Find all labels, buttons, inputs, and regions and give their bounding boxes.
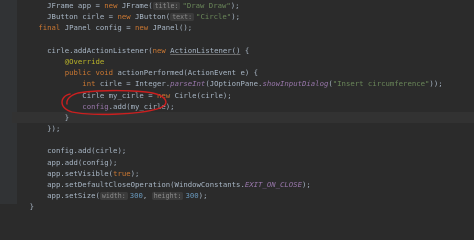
code-token: ,	[142, 191, 152, 201]
code-line[interactable]: app.setDefaultCloseOperation(WindowConst…	[12, 179, 474, 190]
code-token: JButton cirle =	[47, 12, 118, 22]
code-line[interactable]	[12, 134, 474, 145]
code-line[interactable]: }	[12, 111, 474, 124]
code-token: Cirle my_cirle =	[82, 90, 157, 100]
parameter-hint: width:	[99, 192, 128, 201]
code-token: new	[117, 12, 136, 22]
code-token: new	[104, 1, 122, 10]
code-token: JFrame app =	[47, 1, 105, 10]
code-token: new	[135, 23, 153, 33]
code-token: true	[113, 168, 131, 178]
code-line[interactable]	[12, 34, 474, 45]
parameter-hint: text:	[170, 13, 195, 22]
code-token: new	[156, 90, 175, 100]
code-area[interactable]: JFrame app = new JFrame(title: "Draw Draw…	[12, 0, 474, 213]
code-token: JFrame(	[121, 1, 153, 10]
code-token: );	[130, 168, 140, 178]
code-line[interactable]: }	[12, 201, 474, 212]
code-token: new	[152, 45, 171, 55]
code-token: "Circle"	[196, 12, 232, 22]
code-token: );	[231, 12, 240, 22]
code-line[interactable]: app.add(config);	[12, 157, 474, 168]
code-line[interactable]: public void actionPerformed(ActionEvent …	[12, 67, 474, 78]
code-token: cirle.addActionListener(	[47, 45, 153, 55]
code-line[interactable]: cirle.addActionListener(new ActionListen…	[12, 45, 474, 56]
code-line[interactable]: int cirle = Integer.parseInt(JOptionPane…	[12, 78, 474, 89]
code-line[interactable]: config.add(cirle);	[12, 145, 474, 156]
code-token: app.setDefaultCloseOperation(WindowConst…	[47, 180, 245, 189]
code-line[interactable]: final JPanel config = new JPanel();	[12, 22, 474, 33]
code-line[interactable]: app.setVisible(true);	[12, 168, 474, 179]
code-token: });	[47, 124, 61, 134]
code-token: cirle = Integer.	[99, 79, 171, 89]
code-token: int	[82, 79, 100, 89]
code-line[interactable]: @Override	[12, 56, 474, 67]
code-line[interactable]: });	[12, 123, 474, 134]
code-token: JButton(	[135, 12, 171, 22]
code-token: }	[29, 202, 34, 212]
code-token: app.setVisible(	[47, 168, 114, 178]
code-token: public	[64, 68, 96, 78]
code-token: final	[38, 23, 65, 33]
code-token: app.add(config);	[47, 157, 118, 167]
code-token: "Insert circumference"	[332, 79, 430, 89]
code-line[interactable]: JFrame app = new JFrame(title: "Draw Draw…	[12, 0, 474, 11]
code-token: );	[230, 1, 240, 10]
code-token: JPanel config =	[64, 23, 136, 33]
code-token: {	[240, 45, 250, 55]
code-token: ActionListener()	[170, 45, 241, 55]
code-token: showInputDialog	[262, 79, 329, 89]
code-token: );	[198, 191, 208, 201]
code-token: }	[64, 112, 70, 122]
code-token: Cirle(cirle);	[174, 90, 232, 100]
parameter-hint: height:	[151, 192, 184, 201]
code-line[interactable]: config.add(my_cirle);	[12, 101, 474, 112]
code-line[interactable]: JButton cirle = new JButton(text: "Circle…	[12, 11, 474, 22]
code-token: actionPerformed(ActionEvent e) {	[117, 68, 259, 78]
code-token: (JOptionPane.	[205, 79, 263, 89]
code-token: .add(my_cirle);	[108, 101, 175, 111]
code-token: ));	[429, 79, 443, 89]
code-token: "Draw Draw"	[182, 1, 231, 10]
code-line[interactable]: Cirle my_cirle = new Cirle(cirle);	[12, 90, 474, 101]
code-line[interactable]: app.setSize(width: 300, height: 300);	[12, 190, 474, 201]
code-token: );	[301, 180, 311, 189]
code-token: config.add(cirle);	[47, 146, 127, 156]
code-token: 300	[129, 191, 143, 201]
parameter-hint: title:	[152, 2, 181, 10]
code-token: config	[82, 101, 109, 111]
code-token: void	[95, 68, 118, 78]
code-token: @Override	[64, 56, 105, 66]
code-token: app.setSize(	[47, 191, 100, 201]
code-token: EXIT_ON_CLOSE	[244, 180, 302, 189]
code-token: JPanel();	[152, 23, 193, 33]
code-token: 300	[185, 191, 199, 201]
code-editor[interactable]: JFrame app = new JFrame(title: "Draw Draw…	[0, 0, 474, 211]
code-token: parseInt	[170, 79, 206, 89]
